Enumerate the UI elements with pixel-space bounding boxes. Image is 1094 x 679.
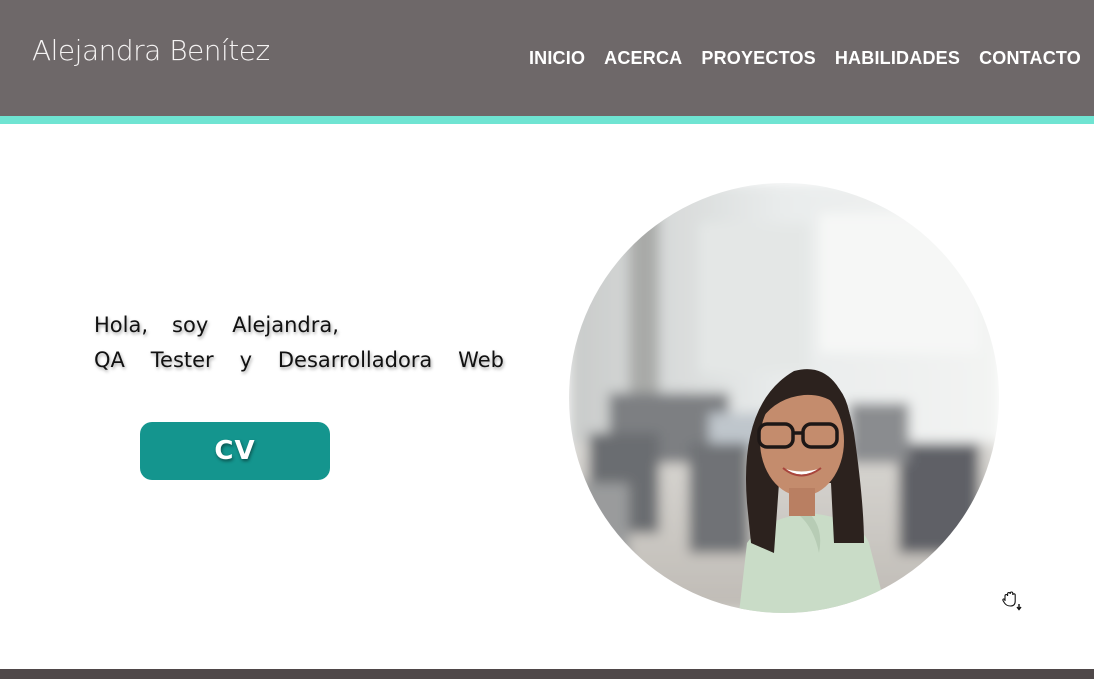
intro-word: Desarrolladora — [277, 348, 433, 372]
intro-word: Tester — [150, 348, 214, 372]
intro-line-role: QA Tester y Desarrolladora Web — [94, 343, 504, 378]
header-accent-bar — [0, 116, 1094, 124]
main-nav: INICIO ACERCA PROYECTOS HABILIDADES CONT… — [510, 48, 1081, 69]
nav-inicio[interactable]: INICIO — [529, 48, 585, 69]
intro-word: soy — [172, 313, 209, 337]
site-header: Alejandra Benítez INICIO ACERCA PROYECTO… — [0, 0, 1094, 116]
hand-grab-cursor-icon — [1000, 590, 1024, 612]
intro-text: Hola, soy Alejandra, QA Tester y Desarro… — [94, 308, 504, 378]
intro-line-greeting: Hola, soy Alejandra, — [94, 308, 504, 343]
nav-proyectos[interactable]: PROYECTOS — [701, 48, 816, 69]
intro-word: Hola, — [94, 313, 149, 337]
cv-button[interactable]: CV — [140, 422, 330, 480]
brand-name[interactable]: Alejandra Benítez — [32, 34, 270, 67]
intro-word: Alejandra, — [232, 313, 339, 337]
profile-photo — [569, 183, 999, 613]
nav-habilidades[interactable]: HABILIDADES — [835, 48, 960, 69]
nav-acerca[interactable]: ACERCA — [604, 48, 682, 69]
intro-word: QA — [94, 348, 125, 372]
nav-contacto[interactable]: CONTACTO — [979, 48, 1081, 69]
page: Alejandra Benítez INICIO ACERCA PROYECTO… — [0, 0, 1094, 679]
intro-word: y — [239, 348, 253, 372]
footer-bar — [0, 669, 1094, 679]
intro-word: Web — [458, 348, 504, 372]
